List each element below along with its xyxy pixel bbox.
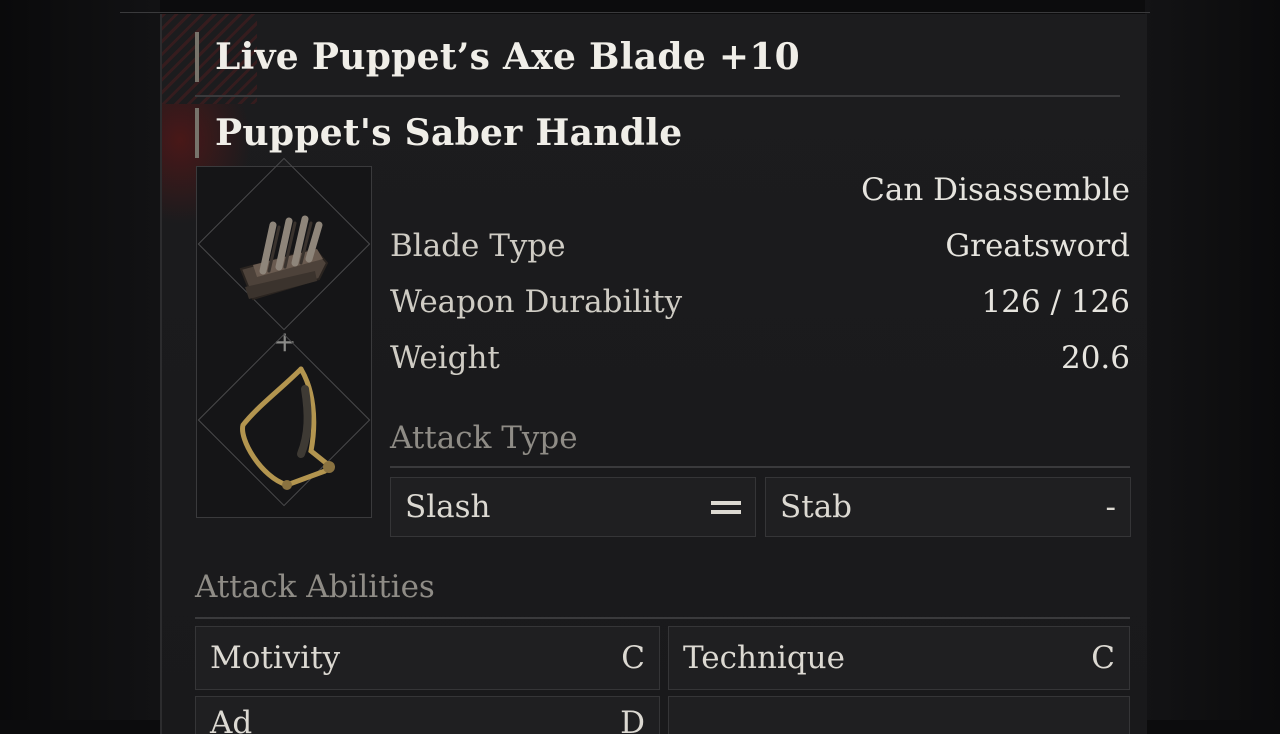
technique-cell: Technique C — [668, 626, 1130, 690]
background-left — [0, 0, 160, 720]
motivity-cell: Motivity C — [195, 626, 660, 690]
technique-label: Technique — [683, 640, 845, 676]
durability-value: 126 / 126 — [981, 284, 1131, 320]
attack-abilities-divider — [195, 617, 1130, 619]
title-divider — [195, 95, 1120, 97]
stab-label: Stab — [780, 489, 853, 525]
attack-abilities-heading: Attack Abilities — [195, 569, 435, 605]
slash-label: Slash — [405, 489, 491, 525]
title-accent-bar — [195, 108, 199, 158]
weapon-parts-image: + — [196, 157, 372, 518]
handle-title: Puppet's Saber Handle — [215, 112, 683, 154]
weight-label: Weight — [390, 340, 500, 376]
empty-ability-cell — [668, 696, 1130, 734]
title-accent-bar — [195, 32, 199, 82]
weapon-title-row: Live Puppet’s Axe Blade +10 — [195, 32, 800, 82]
attack-type-divider — [390, 466, 1130, 468]
motivity-grade: C — [621, 640, 645, 676]
stab-value: - — [1105, 489, 1116, 525]
stab-attack-cell: Stab - — [765, 477, 1131, 537]
top-divider — [120, 12, 1150, 13]
motivity-label: Motivity — [210, 640, 341, 676]
weapon-info-panel: Live Puppet’s Axe Blade +10 Puppet's Sab… — [160, 14, 1147, 734]
weight-value: 20.6 — [1060, 340, 1130, 376]
blade-type-value: Greatsword — [945, 228, 1130, 264]
attack-type-heading: Attack Type — [390, 420, 578, 456]
technique-grade: C — [1091, 640, 1115, 676]
background-right — [1145, 0, 1280, 720]
blade-type-label: Blade Type — [390, 228, 566, 264]
ability-cell-partial: Ad D — [195, 696, 660, 734]
axe-blade-icon — [239, 215, 329, 301]
handle-title-row: Puppet's Saber Handle — [195, 108, 682, 158]
durability-label: Weapon Durability — [390, 284, 683, 320]
can-disassemble-label: Can Disassemble — [861, 172, 1130, 208]
saber-handle-icon — [240, 366, 335, 490]
weapon-title: Live Puppet’s Axe Blade +10 — [215, 36, 801, 78]
equal-icon — [711, 500, 741, 514]
slash-attack-cell: Slash — [390, 477, 756, 537]
